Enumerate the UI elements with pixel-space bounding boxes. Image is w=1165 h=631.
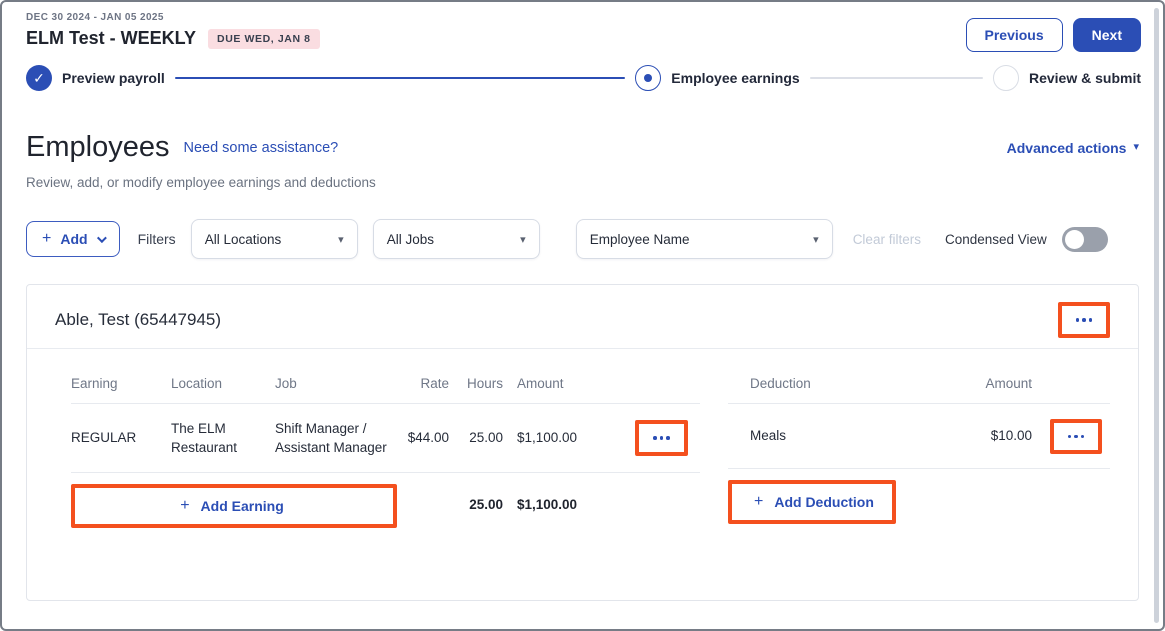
section-subtitle: Review, add, or modify employee earnings… — [26, 175, 1139, 190]
column-header: Earning — [71, 376, 171, 391]
employee-card: Able, Test (65447945) Earning Location J… — [26, 284, 1139, 601]
chevron-down-icon: ▾ — [1133, 142, 1139, 153]
highlight-box — [635, 420, 688, 456]
earning-amount: $1,100.00 — [503, 428, 601, 448]
highlight-box: + Add Earning — [71, 484, 397, 528]
employee-name: Able, Test (65447945) — [55, 310, 221, 330]
locations-filter-value: All Locations — [205, 232, 282, 247]
filter-bar: + Add Filters All Locations ▾ All Jobs ▾… — [2, 219, 1163, 259]
payroll-title: ELM Test - WEEKLY — [26, 28, 196, 49]
chevron-down-icon: ▾ — [520, 233, 526, 246]
payroll-window: DEC 30 2024 - JAN 05 2025 ELM Test - WEE… — [0, 0, 1165, 631]
earning-hours: 25.00 — [449, 428, 503, 448]
filters-label: Filters — [138, 231, 176, 247]
highlight-box — [1050, 419, 1103, 455]
chevron-down-icon: ▾ — [813, 233, 819, 246]
plus-icon: + — [754, 494, 763, 510]
total-amount: $1,100.00 — [503, 497, 601, 512]
deductions-table-footer: + Add Deduction — [728, 468, 1110, 524]
step-label: Employee earnings — [671, 70, 799, 86]
current-step-icon — [635, 65, 661, 91]
pagination-actions: Previous Next — [966, 18, 1142, 52]
earning-location: The ELM Restaurant — [171, 419, 275, 458]
stepper-connector-complete — [175, 77, 626, 79]
condensed-view-label: Condensed View — [945, 232, 1047, 247]
employee-name-filter-value: Employee Name — [590, 232, 690, 247]
next-button[interactable]: Next — [1073, 18, 1141, 52]
add-button[interactable]: + Add — [26, 221, 120, 257]
deduction-row-menu-button[interactable] — [1068, 435, 1085, 439]
deduction-row: Meals $10.00 — [728, 404, 1110, 469]
step-label: Preview payroll — [62, 70, 165, 86]
plus-icon: + — [180, 498, 189, 514]
earnings-table-header: Earning Location Job Rate Hours Amount — [71, 376, 700, 404]
condensed-view-toggle[interactable] — [1062, 227, 1108, 252]
card-divider — [27, 348, 1138, 349]
pay-period-dates: DEC 30 2024 - JAN 05 2025 — [26, 12, 320, 23]
clear-filters-button[interactable]: Clear filters — [853, 232, 921, 247]
employee-menu-button[interactable] — [1076, 318, 1093, 322]
page-title: Employees — [26, 131, 169, 164]
locations-filter-dropdown[interactable]: All Locations ▾ — [191, 219, 358, 259]
column-header: Hours — [449, 376, 503, 391]
payroll-header-info: DEC 30 2024 - JAN 05 2025 ELM Test - WEE… — [26, 12, 320, 49]
stepper-connector-upcoming — [810, 77, 983, 79]
plus-icon: + — [42, 231, 51, 247]
step-review-submit[interactable]: Review & submit — [993, 65, 1141, 91]
earnings-table-footer: + Add Earning 25.00 $1,100.00 — [71, 472, 700, 528]
jobs-filter-dropdown[interactable]: All Jobs ▾ — [373, 219, 540, 259]
deductions-table-header: Deduction Amount — [728, 376, 1110, 404]
add-deduction-label: Add Deduction — [774, 494, 874, 510]
earning-row: REGULAR The ELM Restaurant Shift Manager… — [71, 404, 700, 472]
earning-job: Shift Manager / Assistant Manager — [275, 419, 397, 458]
earnings-table: Earning Location Job Rate Hours Amount R… — [55, 376, 700, 528]
step-label: Review & submit — [1029, 70, 1141, 86]
column-header: Amount — [940, 376, 1032, 391]
add-earning-button[interactable]: + Add Earning — [180, 498, 284, 514]
upcoming-step-icon — [993, 65, 1019, 91]
column-header: Deduction — [728, 376, 940, 391]
earning-rate: $44.00 — [397, 428, 449, 448]
column-header: Rate — [397, 376, 449, 391]
highlight-box — [1058, 302, 1111, 338]
column-header: Location — [171, 376, 275, 391]
column-header: Job — [275, 376, 397, 391]
progress-stepper: ✓ Preview payroll Employee earnings Revi… — [2, 52, 1163, 91]
employee-name-filter-dropdown[interactable]: Employee Name ▾ — [576, 219, 833, 259]
jobs-filter-value: All Jobs — [387, 232, 434, 247]
due-date-badge: DUE WED, JAN 8 — [208, 29, 320, 49]
deduction-type: Meals — [728, 426, 940, 446]
add-button-label: Add — [60, 231, 87, 247]
deduction-amount: $10.00 — [940, 426, 1032, 446]
employees-section-header: Employees Need some assistance? Advanced… — [2, 91, 1163, 190]
earning-type: REGULAR — [71, 428, 171, 448]
highlight-box: + Add Deduction — [728, 480, 896, 524]
check-icon: ✓ — [26, 65, 52, 91]
assistance-link[interactable]: Need some assistance? — [183, 140, 338, 156]
step-preview-payroll[interactable]: ✓ Preview payroll — [26, 65, 165, 91]
advanced-actions-menu[interactable]: Advanced actions ▾ — [1007, 140, 1139, 156]
add-deduction-button[interactable]: + Add Deduction — [754, 494, 874, 510]
column-header: Amount — [503, 376, 601, 391]
total-hours: 25.00 — [449, 497, 503, 512]
advanced-actions-label: Advanced actions — [1007, 140, 1127, 156]
deductions-table: Deduction Amount Meals $10.00 + Add — [728, 376, 1110, 528]
previous-button[interactable]: Previous — [966, 18, 1063, 52]
topbar: DEC 30 2024 - JAN 05 2025 ELM Test - WEE… — [2, 2, 1163, 52]
scrollbar[interactable] — [1154, 8, 1159, 623]
add-earning-label: Add Earning — [201, 498, 284, 514]
step-employee-earnings[interactable]: Employee earnings — [635, 65, 799, 91]
chevron-down-icon: ▾ — [338, 233, 344, 246]
earning-row-menu-button[interactable] — [653, 436, 670, 440]
chevron-down-icon — [97, 233, 107, 243]
